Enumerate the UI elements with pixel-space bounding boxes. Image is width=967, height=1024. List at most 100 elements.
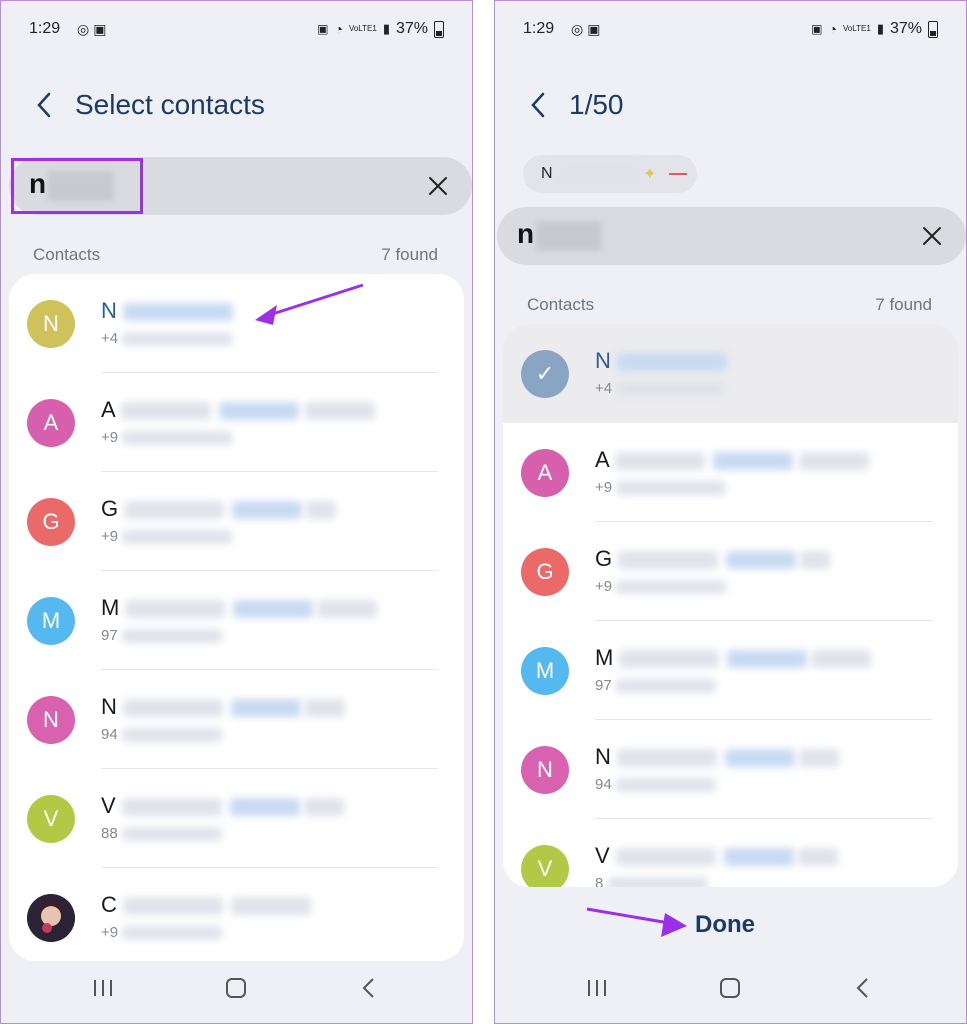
list-item-selected[interactable]: ✓ N +4	[503, 324, 958, 423]
selection-count: 1/50	[569, 89, 624, 120]
back-button[interactable]	[31, 90, 57, 120]
battery-icon	[434, 20, 444, 38]
section-header: Contacts 7 found	[527, 295, 932, 315]
header: 1/50	[525, 89, 624, 121]
recents-button[interactable]	[583, 975, 611, 1001]
avatar: N	[521, 746, 569, 794]
nav-back-button[interactable]	[354, 975, 382, 1001]
avatar: N	[27, 696, 75, 744]
avatar-photo	[27, 894, 75, 942]
signal-icon: ▮	[382, 21, 390, 36]
avatar: G	[27, 498, 75, 546]
home-icon	[226, 978, 246, 998]
contact-name: M	[101, 595, 378, 621]
contact-name: G	[101, 496, 337, 522]
contact-name: V	[101, 793, 344, 819]
list-item[interactable]: C +9	[9, 868, 464, 961]
contact-number: +4	[595, 380, 727, 397]
contact-number: +9	[595, 578, 727, 595]
contact-list: N N +4 A A +9 G G +9 M M 97 N N 94 V V 8…	[9, 274, 464, 961]
list-item[interactable]: N N +4	[9, 274, 464, 373]
contact-number: 94	[101, 726, 222, 743]
contact-number: 94	[595, 776, 716, 793]
list-item[interactable]: A A +9	[9, 373, 464, 472]
recents-button[interactable]	[89, 975, 117, 1001]
contact-number: +9	[101, 429, 233, 446]
avatar: M	[521, 647, 569, 695]
header: Select contacts	[31, 89, 265, 121]
check-icon: ✓	[521, 350, 569, 398]
close-icon[interactable]	[426, 174, 450, 198]
contact-number: +9	[101, 528, 233, 545]
list-item[interactable]: A A +9	[503, 423, 958, 522]
highlight-box	[11, 158, 143, 214]
status-bar: 1:29 ◎▣ ▣ ◔ VoLTE1 ▮ 37%	[495, 19, 966, 41]
recents-icon	[94, 980, 112, 996]
back-icon	[531, 92, 545, 118]
search-field[interactable]: n	[497, 207, 966, 265]
wifi-icon: ◔	[828, 21, 837, 37]
list-item[interactable]: N N 94	[503, 720, 958, 819]
home-button[interactable]	[716, 975, 744, 1001]
back-button[interactable]	[525, 90, 551, 120]
nav-back-button[interactable]	[848, 975, 876, 1001]
contact-name: V	[595, 843, 838, 869]
avatar: V	[27, 795, 75, 843]
contact-number: 97	[101, 627, 222, 644]
avatar: N	[27, 300, 75, 348]
navigation-bar	[495, 969, 966, 1005]
battery-icon	[928, 20, 938, 38]
list-item[interactable]: V V 8	[503, 819, 958, 887]
selected-contact-chip[interactable]: N ✦	[523, 155, 697, 193]
list-item[interactable]: M M 97	[9, 571, 464, 670]
nav-back-icon	[362, 978, 374, 998]
contact-number: +4	[101, 330, 233, 347]
contact-name: M	[595, 645, 872, 671]
sparkle-icon: ✦	[643, 166, 657, 183]
wifi-icon: ◔	[334, 21, 343, 37]
battery-percent: 37%	[395, 20, 428, 37]
remove-icon[interactable]	[669, 173, 687, 175]
notification-icons: ◎▣	[77, 21, 111, 37]
avatar: V	[521, 845, 569, 887]
left-screen: 1:29 ◎▣ ▣ ◔ VoLTE1 ▮ 37% Select contacts…	[0, 0, 473, 1024]
section-label: Contacts	[527, 295, 595, 314]
list-item[interactable]: G G +9	[503, 522, 958, 621]
contact-name: N	[595, 348, 728, 374]
contact-name: N	[595, 744, 840, 770]
pointer-arrow-icon	[586, 907, 687, 937]
results-count: 7 found	[381, 245, 438, 264]
contact-number: +9	[101, 924, 223, 941]
home-button[interactable]	[222, 975, 250, 1001]
signal-icon: ▮	[876, 21, 884, 36]
contact-number: 97	[595, 677, 716, 694]
volte-label: VoLTE1	[348, 24, 377, 33]
contact-number: +9	[595, 479, 727, 496]
list-item[interactable]: N N 94	[9, 670, 464, 769]
contact-name: N	[101, 298, 234, 324]
contact-name: C	[101, 892, 312, 918]
close-icon[interactable]	[920, 224, 944, 248]
done-button[interactable]: Done	[695, 911, 755, 939]
contact-name: G	[595, 546, 831, 572]
contact-list: ✓ N +4 A A +9 G G +9 M M 97 N N 94 V V 8	[503, 324, 958, 887]
contact-name: N	[101, 694, 346, 720]
lock-icon: ▣	[811, 22, 823, 36]
volte-label: VoLTE1	[842, 24, 871, 33]
page-title: Select contacts	[75, 89, 265, 120]
list-item[interactable]: G G +9	[9, 472, 464, 571]
avatar: A	[521, 449, 569, 497]
pointer-arrow-icon	[255, 283, 364, 325]
lock-icon: ▣	[317, 22, 329, 36]
right-screen: 1:29 ◎▣ ▣ ◔ VoLTE1 ▮ 37% 1/50 N ✦ n Cont…	[494, 0, 967, 1024]
battery-percent: 37%	[889, 20, 922, 37]
list-item[interactable]: M M 97	[503, 621, 958, 720]
home-icon	[720, 978, 740, 998]
results-count: 7 found	[875, 295, 932, 314]
search-input[interactable]: n	[517, 218, 603, 251]
contact-number: 88	[101, 825, 222, 842]
avatar: A	[27, 399, 75, 447]
list-item[interactable]: V V 88	[9, 769, 464, 868]
back-icon	[37, 92, 51, 118]
status-time: 1:29	[29, 20, 61, 37]
